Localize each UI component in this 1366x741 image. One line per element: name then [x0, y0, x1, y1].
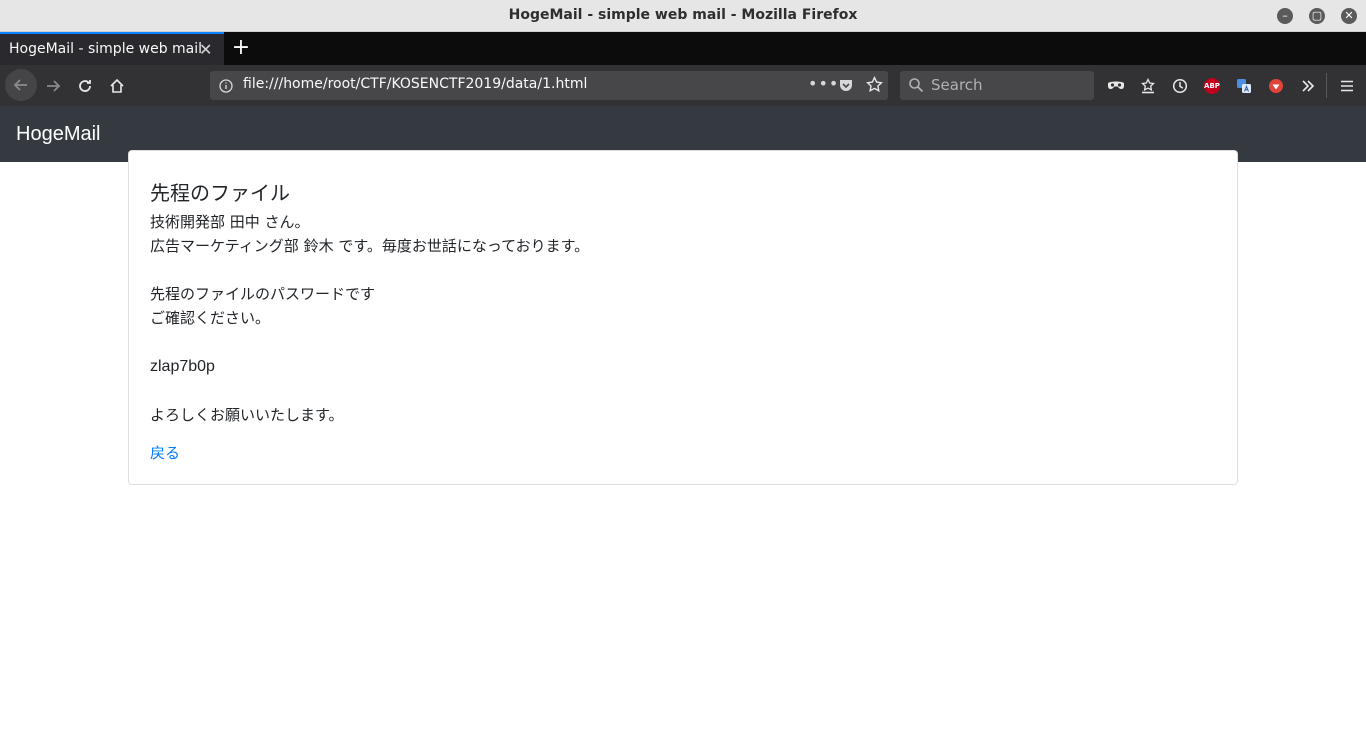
translate-icon[interactable]	[1231, 73, 1257, 99]
search-icon	[908, 77, 924, 97]
window-titlebar: HogeMail - simple web mail - Mozilla Fir…	[0, 0, 1366, 32]
bookmark-star-icon[interactable]	[866, 75, 883, 97]
home-icon[interactable]	[104, 73, 130, 99]
library-icon[interactable]	[1135, 73, 1161, 99]
mail-line: よろしくお願いいたします。	[150, 406, 344, 424]
adblock-label: ABP	[1204, 78, 1220, 94]
overflow-icon[interactable]	[1295, 73, 1321, 99]
url-bar[interactable]: file:///home/root/CTF/KOSENCTF2019/data/…	[210, 71, 888, 100]
mask-icon[interactable]	[1103, 73, 1129, 99]
tab-hogemail[interactable]: HogeMail - simple web mail ✕	[0, 32, 224, 65]
back-link[interactable]: 戻る	[150, 442, 180, 463]
back-icon[interactable]	[5, 69, 37, 101]
mail-card: 先程のファイル 技術開発部 田中 さん。 広告マーケティング部 鈴木 です。毎度…	[128, 150, 1238, 485]
nav-toolbar: file:///home/root/CTF/KOSENCTF2019/data/…	[0, 65, 1366, 106]
pocket-icon[interactable]	[838, 77, 854, 97]
mail-line: 技術開発部 田中 さん。	[150, 213, 310, 231]
toolbar-divider	[1326, 73, 1327, 98]
window-title: HogeMail - simple web mail - Mozilla Fir…	[508, 7, 858, 23]
mail-body: 技術開発部 田中 さん。 広告マーケティング部 鈴木 です。毎度お世話になってお…	[150, 210, 589, 427]
reload-icon[interactable]	[72, 73, 98, 99]
extension-icon[interactable]	[1263, 73, 1289, 99]
minimize-icon[interactable]: –	[1277, 8, 1293, 24]
adblock-icon[interactable]: ABP	[1199, 73, 1225, 99]
brand-logo[interactable]: HogeMail	[16, 123, 100, 146]
mail-line: 広告マーケティング部 鈴木 です。毎度お世話になっております。	[150, 237, 590, 255]
search-bar[interactable]: Search	[900, 71, 1094, 100]
mail-line: 先程のファイルのパスワードです	[150, 285, 376, 303]
info-icon[interactable]	[219, 78, 233, 97]
new-tab-icon[interactable]: +	[231, 36, 251, 60]
history-icon[interactable]	[1167, 73, 1193, 99]
page-actions-icon[interactable]: •••	[808, 74, 839, 93]
menu-icon[interactable]	[1334, 73, 1360, 99]
mail-subject: 先程のファイル	[150, 181, 290, 205]
maximize-icon[interactable]: ▢	[1309, 8, 1325, 24]
mail-password: zlap7b0p	[150, 358, 215, 375]
tab-close-icon[interactable]: ✕	[199, 40, 212, 59]
tab-strip: HogeMail - simple web mail ✕ +	[0, 32, 1366, 65]
search-placeholder: Search	[931, 76, 983, 94]
forward-icon[interactable]	[40, 73, 66, 99]
tab-label: HogeMail - simple web mail	[9, 41, 203, 57]
close-icon[interactable]: ✕	[1341, 8, 1357, 24]
url-text[interactable]: file:///home/root/CTF/KOSENCTF2019/data/…	[243, 76, 587, 92]
mail-line: ご確認ください。	[150, 309, 271, 327]
